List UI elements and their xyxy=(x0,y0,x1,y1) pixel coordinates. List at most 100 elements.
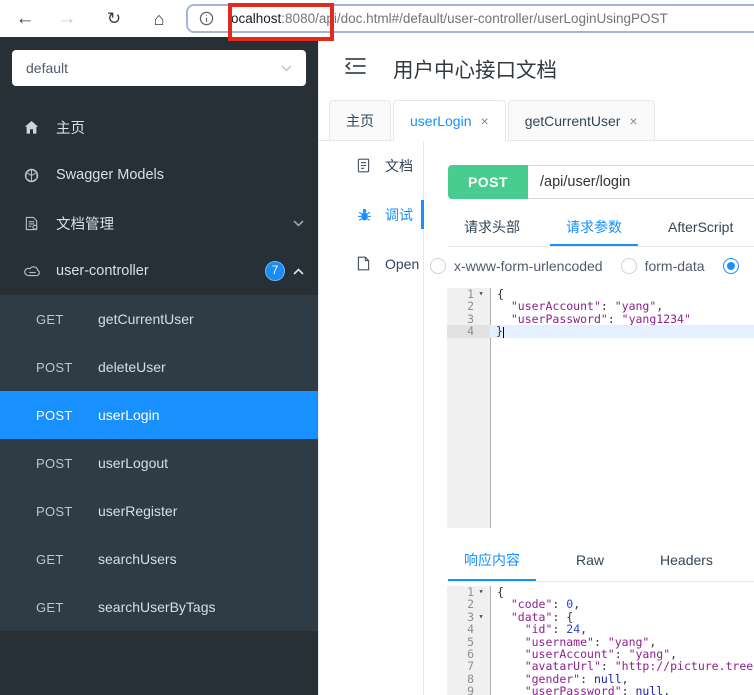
method-badge: POST xyxy=(448,165,528,199)
token-str: "http://picture.treehole.f xyxy=(614,659,754,674)
line-number: 2 xyxy=(467,299,474,314)
api-method-label: POST xyxy=(36,455,73,471)
tab-content: 文档调试 Open POST 请求头部请求参数 AfterScript x-www-… xyxy=(319,141,754,695)
api-name-label: searchUsers xyxy=(98,551,177,567)
token-pun: : xyxy=(621,684,636,695)
fold-toggle-icon[interactable]: ▾ xyxy=(474,586,488,598)
home-icon xyxy=(24,120,46,135)
editor-line-gutter: 4 xyxy=(447,622,491,637)
editor-line-gutter: 7 xyxy=(447,660,491,673)
api-item-searchuserbytags[interactable]: GET searchUserByTags xyxy=(0,583,318,631)
token-key: "userPassword" xyxy=(510,311,608,326)
token-pun: , xyxy=(663,684,671,695)
body-type-radio-item-2[interactable] xyxy=(722,258,739,274)
menu-fold-icon[interactable] xyxy=(344,57,367,80)
chevron-down-icon xyxy=(293,214,304,232)
radio-circle xyxy=(722,258,739,274)
doc-menu-item-1[interactable]: 调试 xyxy=(319,190,424,239)
request-tabs: 请求头部 请求参数 AfterScript xyxy=(448,209,754,247)
sidebar-item-label: user-controller xyxy=(56,263,149,279)
api-group-select[interactable]: default xyxy=(12,50,306,86)
doc-side-menu: 文档 调试 Open xyxy=(319,141,424,695)
line-number: 4 xyxy=(467,622,474,637)
browser-back-button[interactable]: ← xyxy=(12,6,38,32)
editor-line-code: "userPassword": null, xyxy=(491,685,754,695)
api-item-searchusers[interactable]: GET searchUsers xyxy=(0,535,318,583)
editor-line-code: "userPassword": "yang1234" xyxy=(491,313,754,325)
document-tabs: 主页 userLogin × getCurrentUser × xyxy=(319,95,754,141)
file-icon xyxy=(357,256,377,271)
browser-forward-button[interactable]: → xyxy=(54,6,80,32)
request-body-editor[interactable]: 1 ▾{2 "userAccount": "yang", 3 "userPasswo… xyxy=(447,288,754,528)
editor-line-code: } xyxy=(490,325,754,339)
body-type-radio-form-data[interactable]: form-data xyxy=(620,258,705,274)
api-path-input[interactable] xyxy=(528,165,754,199)
api-item-getcurrentuser[interactable]: GET getCurrentUser xyxy=(0,295,318,343)
api-name-label: userLogout xyxy=(98,455,169,471)
api-item-userregister[interactable]: POST userRegister xyxy=(0,487,318,535)
fold-toggle-icon[interactable]: ▾ xyxy=(474,611,488,623)
token-nul: null xyxy=(635,684,664,695)
line-number: 2 xyxy=(467,597,474,612)
doc-menu-item-0[interactable]: 文档 xyxy=(319,141,423,190)
editor-line: 1 ▾{ xyxy=(447,586,754,598)
browser-refresh-button[interactable]: ↻ xyxy=(101,6,127,32)
sidebar-item-user-controller[interactable]: user-controller 7 xyxy=(0,247,318,295)
count-badge: 7 xyxy=(265,261,285,281)
tab-item-0[interactable]: 主页 xyxy=(329,100,391,140)
api-method-label: GET xyxy=(36,551,64,567)
url-path: /api/doc.html#/default/user-controller/u… xyxy=(315,11,668,26)
response-tab-raw[interactable]: Raw xyxy=(560,542,620,581)
browser-home-button[interactable]: ⌂ xyxy=(146,6,172,32)
api-name-label: userRegister xyxy=(98,503,178,519)
sidebar-item-item-0[interactable]: 主页 xyxy=(0,103,318,151)
body-type-radio-x-www-form-urlencoded[interactable]: x-www-form-urlencoded xyxy=(430,258,603,274)
fold-toggle-icon[interactable]: ▾ xyxy=(474,288,488,300)
close-icon[interactable]: × xyxy=(629,113,637,129)
site-info-icon[interactable] xyxy=(199,11,214,26)
api-item-deleteuser[interactable]: POST deleteUser xyxy=(0,343,318,391)
url-port: :8080 xyxy=(281,11,316,26)
api-method-label: POST xyxy=(36,503,73,519)
request-tab-item-1[interactable]: 请求参数 xyxy=(550,209,638,246)
doc-menu-open[interactable]: Open xyxy=(319,239,423,288)
response-tab-headers[interactable]: Headers xyxy=(644,542,729,581)
url-text: localhost:8080/api/doc.html#/default/use… xyxy=(228,11,668,26)
radio-circle xyxy=(430,258,446,274)
file-text-icon xyxy=(357,158,377,173)
request-tab-item-0[interactable]: 请求头部 xyxy=(448,209,536,246)
tab-getcurrentuser[interactable]: getCurrentUser × xyxy=(507,100,655,140)
api-item-userlogout[interactable]: POST userLogout xyxy=(0,439,318,487)
close-icon[interactable]: × xyxy=(481,113,489,129)
editor-line-gutter: 2 xyxy=(447,597,491,612)
tab-userlogin[interactable]: userLogin × xyxy=(393,100,506,141)
sidebar-item-swagger-models[interactable]: Swagger Models xyxy=(0,151,318,199)
api-cloud-icon xyxy=(24,265,46,277)
token-str: "yang1234" xyxy=(621,311,691,326)
doc-manage-icon xyxy=(24,216,46,231)
response-tab-item-0[interactable]: 响应内容 xyxy=(448,542,536,581)
editor-line-gutter: 9 xyxy=(447,685,491,695)
sidebar-item-label: 文档管理 xyxy=(56,216,114,233)
address-bar[interactable]: localhost:8080/api/doc.html#/default/use… xyxy=(186,4,754,33)
sidebar-item-label: Swagger Models xyxy=(56,167,164,183)
response-body-viewer[interactable]: 1 ▾{2 "code": 0, 3 ▾ "data": {4 "id": 24, 5 … xyxy=(447,586,754,695)
tab-label: getCurrentUser xyxy=(524,112,621,129)
tab-label: 主页 xyxy=(346,112,374,129)
api-item-userlogin[interactable]: POST userLogin xyxy=(0,391,318,439)
main-panel: 用户中心接口文档 主页 userLogin × getCurrentUser × 文档调… xyxy=(318,37,754,695)
body-type-radios: x-www-form-urlencoded form-data xyxy=(430,247,754,285)
editor-line: 2 "code": 0, xyxy=(447,597,754,612)
line-number: 9 xyxy=(467,684,474,695)
request-tab-afterscript[interactable]: AfterScript xyxy=(652,209,749,246)
api-name-label: searchUserByTags xyxy=(98,599,216,615)
api-group-select-value: default xyxy=(26,60,69,76)
debug-pane: POST 请求头部请求参数 AfterScript x-www-form-urle… xyxy=(424,141,754,695)
editor-line: 9 "userPassword": null, xyxy=(447,685,754,695)
sidebar-item-item-2[interactable]: 文档管理 xyxy=(0,199,318,247)
browser-toolbar: ← → ↻ ⌂ localhost:8080/api/doc.html#/def… xyxy=(0,0,754,37)
